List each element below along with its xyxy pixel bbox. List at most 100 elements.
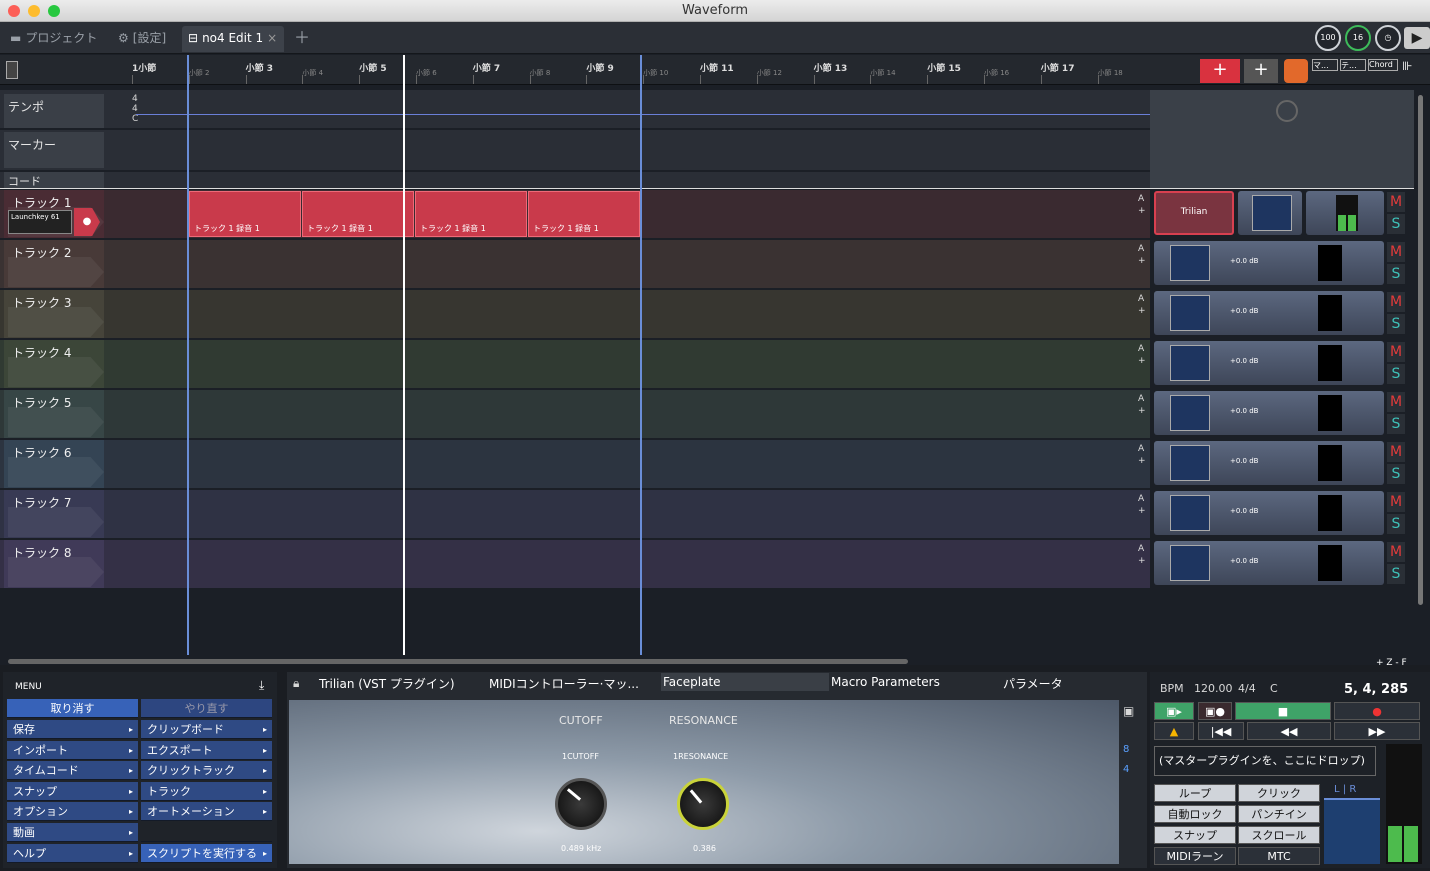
menu-item-right[interactable]: オートメーション	[141, 802, 272, 822]
track-lane[interactable]: トラック 4 A +	[0, 340, 1150, 388]
automation-button[interactable]: A	[1138, 344, 1144, 354]
marker-view-button[interactable]: マ...	[1312, 59, 1338, 71]
track-input-device[interactable]: Launchkey 61	[8, 210, 72, 234]
menu-item-left[interactable]: 保存	[7, 720, 138, 739]
track-plugin-rack[interactable]: +0.0 dB	[1154, 391, 1384, 435]
menu-item-left[interactable]: インポート	[7, 740, 138, 760]
track-header[interactable]: トラック 7	[4, 490, 104, 538]
solo-button[interactable]: S	[1387, 364, 1405, 384]
mute-button[interactable]: M	[1387, 392, 1405, 412]
mute-button[interactable]: M	[1387, 492, 1405, 512]
tab-edit[interactable]: ⊟ no4 Edit 1 ×	[182, 26, 284, 52]
plugin-tab[interactable]: MIDIコントローラー·マッ...	[489, 675, 639, 692]
marker-lane[interactable]: マーカー	[0, 130, 1150, 170]
midi-clip[interactable]: トラック 1 録音 1	[528, 191, 640, 237]
level-meter-plugin[interactable]	[1306, 191, 1384, 235]
loop-toggle-icon[interactable]: ▣▸	[1154, 702, 1194, 720]
fast-forward-button[interactable]: ▶▶	[1334, 722, 1420, 740]
loop-start-marker[interactable]	[187, 55, 189, 655]
warning-icon[interactable]: ▲	[1154, 722, 1194, 740]
menu-item-right[interactable]: クリックトラック	[141, 761, 272, 781]
mute-button[interactable]: M	[1387, 442, 1405, 462]
panel-side-lock-icon[interactable]: ▣	[1123, 704, 1134, 718]
undo-button[interactable]: 取り消す	[7, 699, 138, 718]
plugin-tab[interactable]: パラメータ	[1003, 675, 1063, 692]
clock-icon[interactable]: ◷	[1375, 25, 1401, 51]
add-plugin-icon[interactable]: +	[1138, 206, 1146, 216]
automation-button[interactable]: A	[1138, 194, 1144, 204]
close-tab-icon[interactable]: ×	[267, 31, 277, 45]
add-plugin-icon[interactable]: +	[1138, 456, 1146, 466]
time-sig-value[interactable]: 4/4	[1238, 682, 1256, 695]
instrument-plugin-slot[interactable]: Trilian	[1154, 191, 1234, 235]
play-icon[interactable]: ▶	[1404, 27, 1430, 49]
automation-button[interactable]: A	[1138, 294, 1144, 304]
track-lane[interactable]: トラック 7 A +	[0, 490, 1150, 538]
add-button[interactable]: +	[1244, 59, 1278, 83]
mute-button[interactable]: M	[1387, 342, 1405, 362]
volume-plugin[interactable]	[1170, 245, 1210, 281]
add-plugin-icon[interactable]: +	[1138, 256, 1146, 266]
lock-icon[interactable]: 🔒︎	[293, 676, 299, 691]
menu-item-right[interactable]: クリップボード	[141, 720, 272, 739]
redo-button[interactable]: やり直す	[141, 699, 272, 718]
side-num-8[interactable]: 8	[1123, 744, 1129, 755]
menu-item-right[interactable]: スクリプトを実行する	[141, 843, 272, 863]
track-lane[interactable]: トラック 3 A +	[0, 290, 1150, 338]
track-lane[interactable]: トラック 6 A +	[0, 440, 1150, 488]
solo-button[interactable]: S	[1387, 214, 1405, 234]
track-lane[interactable]: トラック 2 A +	[0, 240, 1150, 288]
solo-button[interactable]: S	[1387, 314, 1405, 334]
buffer-meter[interactable]: 16	[1345, 25, 1371, 51]
track-header[interactable]: トラック 4	[4, 340, 104, 388]
chord-view-button[interactable]: Chord	[1368, 59, 1398, 71]
track-plugin-rack[interactable]: +0.0 dB	[1154, 241, 1384, 285]
transport-toggle-button[interactable]: クリック	[1238, 784, 1320, 802]
transport-toggle-button[interactable]: 自動ロック	[1154, 805, 1236, 823]
cutoff-knob[interactable]	[555, 778, 607, 830]
volume-plugin[interactable]	[1170, 445, 1210, 481]
track-plugin-rack[interactable]: +0.0 dB	[1154, 541, 1384, 585]
add-plugin-icon[interactable]: +	[1138, 356, 1146, 366]
key-value[interactable]: C	[1270, 682, 1278, 695]
vertical-scrollbar[interactable]	[1418, 95, 1423, 605]
plugin-tab[interactable]: Trilian (VST プラグイン)	[319, 675, 455, 692]
track-header[interactable]: トラック 2	[4, 240, 104, 288]
record-loop-icon[interactable]: ▣●	[1198, 702, 1232, 720]
track-header[interactable]: トラック 3	[4, 290, 104, 338]
chord-lane[interactable]: コード	[0, 172, 1150, 188]
plugin-tab[interactable]: Macro Parameters	[831, 675, 940, 689]
track-plugin-rack[interactable]: +0.0 dB	[1154, 341, 1384, 385]
master-plugin-drop[interactable]: (マスタープラグインを、ここにドロップ)	[1154, 746, 1376, 776]
midi-clip[interactable]: トラック 1 録音 1	[415, 191, 527, 237]
plugin-tab[interactable]: Faceplate	[661, 673, 829, 691]
download-icon[interactable]: ⤓	[259, 678, 264, 693]
mute-button[interactable]: M	[1387, 242, 1405, 262]
automation-button[interactable]: A	[1138, 394, 1144, 404]
volume-plugin[interactable]	[1170, 345, 1210, 381]
menu-item-left[interactable]: スナップ	[7, 781, 138, 801]
transport-toggle-button[interactable]: スクロール	[1238, 826, 1320, 844]
solo-button[interactable]: S	[1387, 464, 1405, 484]
ruler-toggle-button[interactable]	[6, 61, 18, 79]
transport-toggle-button[interactable]: ループ	[1154, 784, 1236, 802]
automation-button[interactable]: A	[1138, 244, 1144, 254]
automation-button[interactable]: A	[1138, 444, 1144, 454]
solo-button[interactable]: S	[1387, 514, 1405, 534]
volume-plugin[interactable]	[1170, 495, 1210, 531]
track-lane[interactable]: トラック 5 A +	[0, 390, 1150, 438]
loop-end-marker[interactable]	[640, 55, 642, 655]
record-button[interactable]: ●	[1334, 702, 1420, 720]
volume-plugin[interactable]	[1170, 295, 1210, 331]
track-header[interactable]: トラック 5	[4, 390, 104, 438]
playhead-cursor[interactable]	[403, 55, 405, 655]
add-plugin-icon[interactable]: +	[1138, 306, 1146, 316]
transport-toggle-button[interactable]: MTC	[1238, 847, 1320, 865]
mute-button[interactable]: M	[1387, 292, 1405, 312]
record-mode-icon[interactable]	[1284, 59, 1308, 83]
side-num-4[interactable]: 4	[1123, 764, 1129, 775]
mute-button[interactable]: M	[1387, 192, 1405, 212]
add-tab-button[interactable]: ＋	[288, 26, 316, 52]
position-display[interactable]: 5, 4, 285	[1344, 682, 1408, 697]
horizontal-scrollbar[interactable]	[8, 659, 908, 664]
